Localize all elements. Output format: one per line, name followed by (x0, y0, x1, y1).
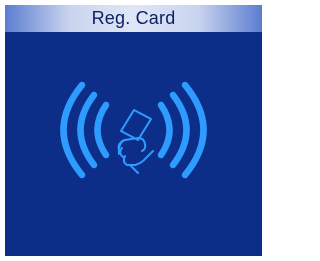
reg-card-screen: Reg. Card (5, 5, 262, 256)
card-shape (120, 109, 152, 141)
wave-right-middle (169, 91, 190, 169)
title-bar: Reg. Card (5, 5, 262, 32)
hand-shape (117, 137, 154, 174)
wave-left-inner (94, 101, 110, 159)
wave-left-middle (77, 91, 98, 169)
page-title: Reg. Card (91, 8, 176, 28)
nfc-card-tap-icon (60, 81, 207, 179)
wave-right-inner (157, 101, 173, 159)
